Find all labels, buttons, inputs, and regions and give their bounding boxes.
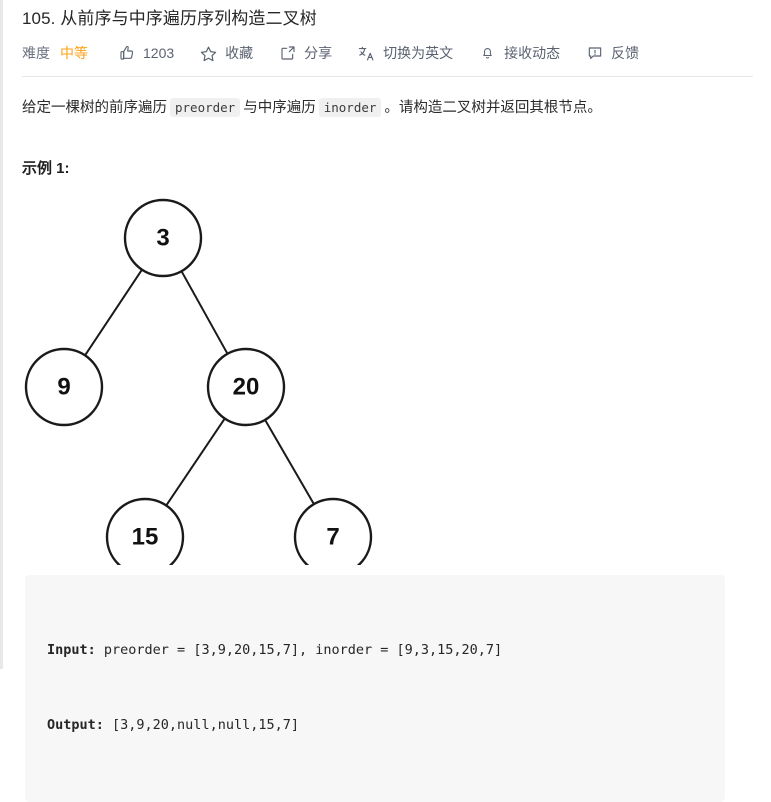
tree-node-label: 7 — [326, 524, 339, 551]
tree-node: 20 — [206, 347, 286, 427]
input-value: preorder = [3,9,20,15,7], inorder = [9,3… — [95, 642, 503, 658]
tree-node: 3 — [123, 198, 203, 278]
output-key: Output: — [47, 717, 104, 733]
tree-edge — [180, 269, 229, 356]
share-label: 分享 — [304, 45, 333, 61]
favorite-label: 收藏 — [225, 45, 254, 61]
share-button[interactable]: 分享 — [279, 43, 332, 63]
tree-edge — [83, 268, 144, 357]
share-icon — [279, 45, 296, 62]
code-line-output: Output: [3,9,20,null,null,15,7] — [47, 713, 725, 738]
page-title: 105. 从前序与中序遍历序列构造二叉树 — [22, 9, 317, 28]
description-text-2: 与中序遍历 — [243, 100, 316, 116]
star-icon — [200, 45, 217, 62]
tree-node-label: 15 — [132, 524, 159, 551]
code-line-input: Input: preorder = [3,9,20,15,7], inorder… — [47, 638, 725, 663]
example-heading: 示例 1: — [22, 160, 70, 177]
feedback-icon — [586, 45, 603, 62]
tree-node-label: 9 — [57, 374, 70, 401]
binary-tree-diagram: 3 9 20 15 7 — [0, 190, 420, 565]
description-text-1: 给定一棵树的前序遍历 — [22, 100, 167, 116]
input-key: Input: — [47, 642, 96, 658]
like-count: 1203 — [143, 45, 175, 61]
tree-node: 7 — [293, 497, 373, 565]
title-row: 105. 从前序与中序遍历序列构造二叉树 — [0, 0, 771, 31]
feedback-label: 反馈 — [611, 45, 640, 61]
bell-icon — [479, 45, 496, 62]
translate-label: 切换为英文 — [383, 45, 454, 61]
translate-icon — [358, 45, 375, 62]
tree-edge — [263, 418, 316, 506]
difficulty-badge: 中等 — [60, 45, 88, 61]
problem-content: 105. 从前序与中序遍历序列构造二叉树 难度 中等 1203 收藏 分享 切换… — [0, 0, 771, 802]
difficulty-group: 难度 中等 — [22, 43, 88, 63]
example-code-block: Input: preorder = [3,9,20,15,7], inorder… — [25, 575, 725, 802]
tree-node: 15 — [105, 497, 185, 565]
binary-tree-svg: 3 9 20 15 7 — [24, 198, 373, 565]
difficulty-label: 难度 — [22, 45, 50, 61]
like-button[interactable]: 1203 — [118, 45, 174, 62]
tree-node-label: 3 — [156, 225, 169, 252]
thumbs-up-icon — [118, 45, 135, 62]
feedback-button[interactable]: 反馈 — [586, 43, 639, 63]
tree-edge — [164, 417, 227, 507]
subscribe-label: 接收动态 — [504, 45, 561, 61]
problem-toolbar: 难度 中等 1203 收藏 分享 切换为英文 接收动态 反馈 — [0, 31, 771, 66]
favorite-button[interactable]: 收藏 — [200, 43, 253, 63]
tree-node: 9 — [24, 347, 104, 427]
description-text-3: 。请构造二叉树并返回其根节点。 — [384, 100, 602, 116]
subscribe-button[interactable]: 接收动态 — [479, 43, 560, 63]
inline-code-preorder: preorder — [170, 98, 241, 117]
problem-description: 给定一棵树的前序遍历 preorder 与中序遍历 inorder 。请构造二叉树并返回… — [0, 77, 771, 121]
tree-node-label: 20 — [233, 374, 260, 401]
output-value: [3,9,20,null,null,15,7] — [103, 717, 299, 733]
inline-code-inorder: inorder — [318, 98, 382, 117]
translate-button[interactable]: 切换为英文 — [358, 43, 453, 63]
